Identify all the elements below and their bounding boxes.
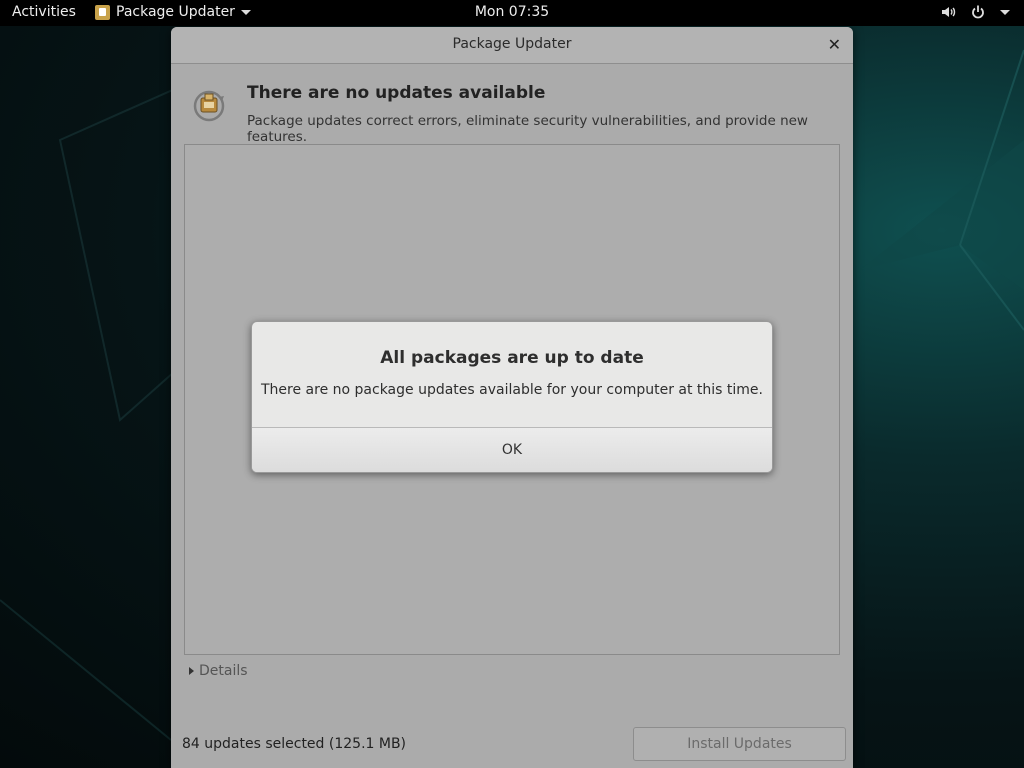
system-status-menu[interactable] (940, 4, 1010, 20)
dialog-title: All packages are up to date (380, 348, 644, 368)
window-title: Package Updater (452, 36, 572, 52)
details-expander[interactable]: Details (189, 663, 248, 679)
dialog-message: There are no package updates available f… (261, 382, 763, 398)
details-label: Details (199, 663, 248, 679)
ok-button[interactable]: OK (252, 427, 772, 472)
status-description: Package updates correct errors, eliminat… (247, 113, 808, 145)
install-updates-button[interactable]: Install Updates (633, 727, 846, 761)
chevron-right-icon (189, 667, 194, 675)
package-updater-icon (95, 4, 110, 20)
close-icon[interactable]: ✕ (828, 35, 841, 54)
chevron-down-icon (240, 9, 251, 15)
up-to-date-dialog: All packages are up to date There are no… (251, 321, 773, 473)
status-heading: There are no updates available (247, 83, 546, 103)
app-menu-label: Package Updater (116, 4, 235, 20)
top-bar: Activities Package Updater Mon 07:35 (0, 0, 1024, 26)
software-update-icon (193, 90, 225, 122)
app-menu[interactable]: Package Updater (95, 4, 251, 20)
volume-icon (942, 7, 956, 17)
titlebar[interactable]: Package Updater ✕ (171, 27, 853, 64)
activities-button[interactable]: Activities (12, 4, 76, 20)
chevron-down-icon (1000, 9, 1010, 15)
power-icon (972, 5, 984, 19)
selected-updates-summary: 84 updates selected (125.1 MB) (182, 736, 407, 752)
